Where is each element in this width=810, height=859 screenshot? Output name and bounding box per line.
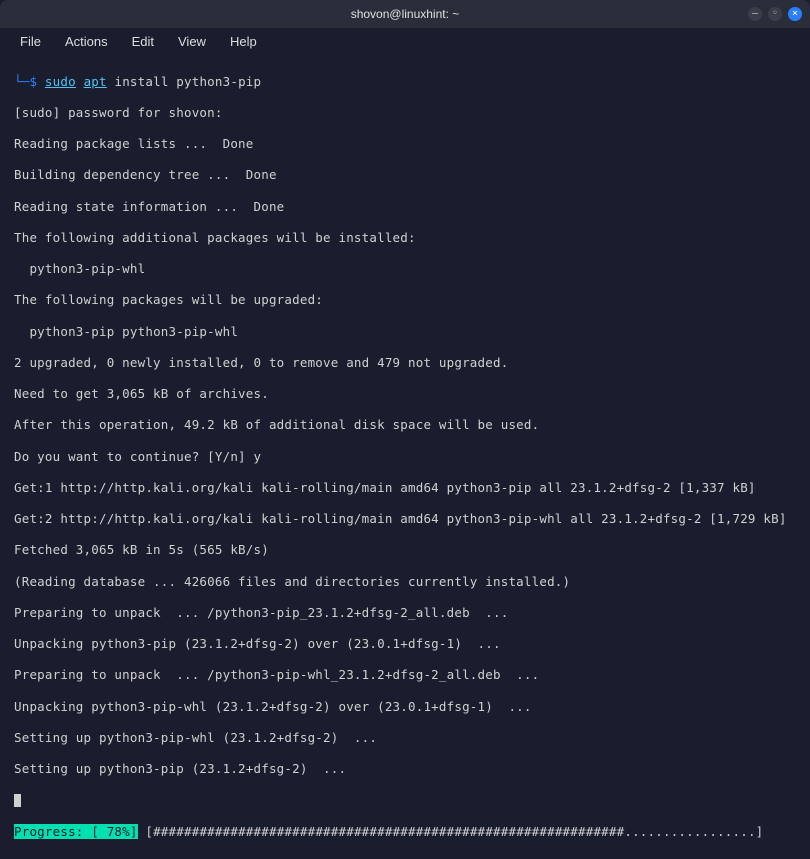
menu-file[interactable]: File: [10, 32, 51, 51]
window-title: shovon@linuxhint: ~: [0, 7, 810, 21]
output-line: python3-pip-whl: [14, 261, 800, 277]
terminal-output[interactable]: └─$ sudo apt install python3-pip [sudo] …: [0, 54, 810, 859]
cursor-line: [14, 792, 800, 808]
progress-label: Progress: [ 78%]: [14, 824, 138, 840]
output-line: The following additional packages will b…: [14, 230, 800, 246]
output-line: [sudo] password for shovon:: [14, 105, 800, 121]
output-line: Building dependency tree ... Done: [14, 167, 800, 183]
menu-help[interactable]: Help: [220, 32, 267, 51]
output-line: Get:1 http://http.kali.org/kali kali-rol…: [14, 480, 800, 496]
cursor: [14, 794, 21, 807]
menu-view[interactable]: View: [168, 32, 216, 51]
prompt-symbol: └─: [14, 74, 29, 89]
output-line: The following packages will be upgraded:: [14, 292, 800, 308]
progress-line: Progress: [ 78%] [######################…: [14, 824, 800, 840]
output-line: Do you want to continue? [Y/n] y: [14, 449, 800, 465]
cmd-apt: apt: [84, 74, 107, 89]
cmd-rest: install python3-pip: [107, 74, 262, 89]
window-controls: – ◦ ×: [748, 7, 802, 21]
output-line: Setting up python3-pip-whl (23.1.2+dfsg-…: [14, 730, 800, 746]
close-button[interactable]: ×: [788, 7, 802, 21]
output-line: Reading state information ... Done: [14, 199, 800, 215]
menu-actions[interactable]: Actions: [55, 32, 118, 51]
output-line: Unpacking python3-pip (23.1.2+dfsg-2) ov…: [14, 636, 800, 652]
output-line: python3-pip python3-pip-whl: [14, 324, 800, 340]
menubar: File Actions Edit View Help: [0, 28, 810, 54]
output-line: Reading package lists ... Done: [14, 136, 800, 152]
output-line: After this operation, 49.2 kB of additio…: [14, 417, 800, 433]
output-line: Preparing to unpack ... /python3-pip-whl…: [14, 667, 800, 683]
maximize-button[interactable]: ◦: [768, 7, 782, 21]
output-line: Fetched 3,065 kB in 5s (565 kB/s): [14, 542, 800, 558]
output-line: Preparing to unpack ... /python3-pip_23.…: [14, 605, 800, 621]
prompt-dollar: $: [29, 74, 37, 89]
output-line: Need to get 3,065 kB of archives.: [14, 386, 800, 402]
output-line: Get:2 http://http.kali.org/kali kali-rol…: [14, 511, 800, 527]
titlebar: shovon@linuxhint: ~ – ◦ ×: [0, 0, 810, 28]
cmd-sudo: sudo: [45, 74, 76, 89]
output-line: (Reading database ... 426066 files and d…: [14, 574, 800, 590]
progress-bar: [#######################################…: [138, 824, 764, 840]
output-line: 2 upgraded, 0 newly installed, 0 to remo…: [14, 355, 800, 371]
menu-edit[interactable]: Edit: [122, 32, 164, 51]
output-line: Unpacking python3-pip-whl (23.1.2+dfsg-2…: [14, 699, 800, 715]
prompt-line: └─$ sudo apt install python3-pip: [14, 74, 800, 90]
output-line: Setting up python3-pip (23.1.2+dfsg-2) .…: [14, 761, 800, 777]
minimize-button[interactable]: –: [748, 7, 762, 21]
